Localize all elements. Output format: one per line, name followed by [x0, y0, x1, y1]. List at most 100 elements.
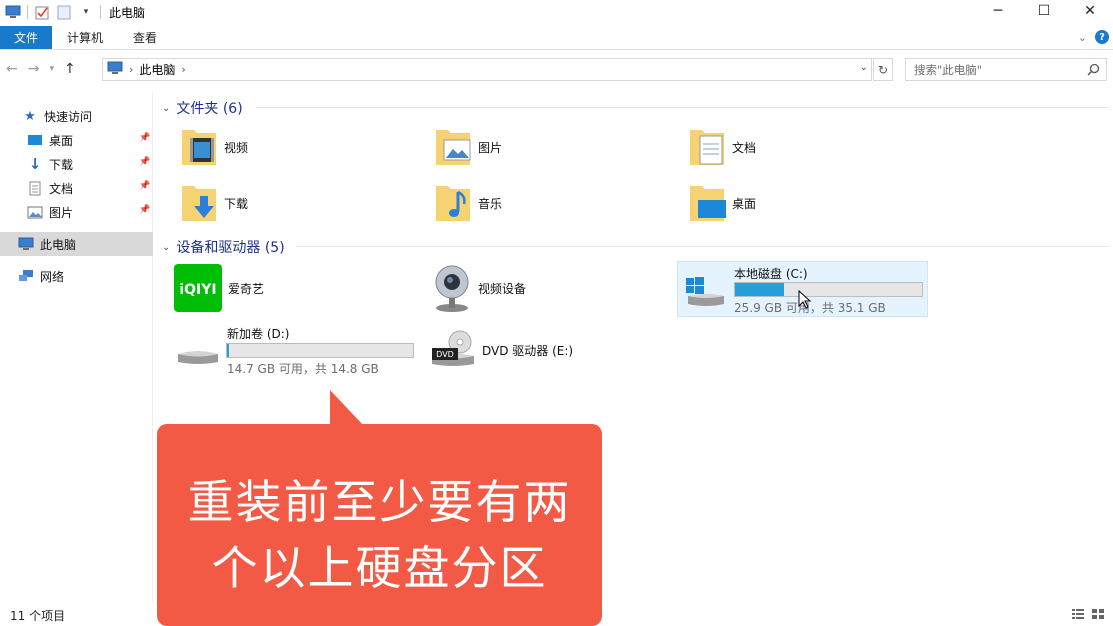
- search-icon[interactable]: [1087, 63, 1100, 79]
- sidebar-item-desktop[interactable]: 桌面 📌: [0, 128, 153, 152]
- sidebar-item-label: 下载: [49, 157, 74, 172]
- details-view-icon[interactable]: [1071, 608, 1085, 623]
- refresh-button[interactable]: ↻: [873, 58, 893, 81]
- drive-name: 新加卷 (D:): [227, 327, 290, 341]
- window-title: 此电脑: [109, 5, 146, 20]
- caption-line-1: 重装前至少要有两: [187, 475, 572, 529]
- collapse-chevron-icon[interactable]: ⌄: [162, 103, 170, 114]
- window-controls: ─ ☐ ✕: [975, 0, 1113, 22]
- pin-icon[interactable]: 📌: [139, 157, 150, 169]
- recent-locations-chevron-icon[interactable]: ▾: [49, 64, 54, 74]
- drive-dvd[interactable]: DVD DVD 驱动器 (E:): [430, 330, 573, 370]
- folder-downloads[interactable]: 下载: [180, 182, 248, 224]
- sidebar-item-label: 网络: [40, 269, 65, 284]
- folder-label: 视频: [224, 140, 249, 155]
- download-arrow-icon: ↓: [28, 155, 42, 173]
- help-icon[interactable]: ?: [1095, 30, 1109, 44]
- download-folder-icon: [182, 186, 216, 221]
- sidebar-item-pictures[interactable]: 图片 📌: [0, 200, 153, 224]
- address-dropdown-chevron-icon[interactable]: ⌄: [860, 62, 868, 73]
- device-camera[interactable]: 视频设备: [432, 264, 526, 312]
- new-folder-icon[interactable]: [56, 4, 72, 20]
- view-buttons: [1071, 608, 1105, 623]
- sidebar-item-label: 桌面: [49, 133, 74, 148]
- group-header-folders[interactable]: ⌄ 文件夹 (6): [162, 98, 243, 118]
- search-input[interactable]: 搜索"此电脑": [905, 58, 1107, 81]
- drive-usage-bar: [226, 343, 414, 358]
- toolbar-divider: [27, 5, 28, 19]
- document-folder-icon: [690, 130, 724, 165]
- folder-label: 下载: [224, 196, 249, 211]
- refresh-icon: ↻: [877, 62, 889, 77]
- group-divider: [256, 107, 1109, 108]
- folder-videos[interactable]: 视频: [180, 126, 248, 168]
- tab-file[interactable]: 文件: [0, 26, 52, 49]
- device-label: 视频设备: [478, 281, 527, 296]
- mouse-cursor-icon: [798, 290, 812, 309]
- computer-icon: [18, 236, 34, 252]
- caption-overlay: 重装前至少要有两 个以上硬盘分区: [157, 424, 602, 626]
- pin-icon[interactable]: 📌: [139, 205, 150, 217]
- group-title: 文件夹 (6): [176, 101, 243, 117]
- ribbon-right-controls: ⌄ ?: [1078, 30, 1109, 44]
- folder-music[interactable]: 音乐: [434, 182, 502, 224]
- drive-d[interactable]: 新加卷 (D:) 14.7 GB 可用，共 14.8 GB: [172, 322, 422, 378]
- minimize-button[interactable]: ─: [975, 0, 1021, 22]
- dvd-badge-text: DVD: [436, 350, 454, 359]
- drive-usage-fill: [227, 344, 229, 357]
- sidebar-item-label: 文档: [49, 181, 74, 196]
- folder-pictures[interactable]: 图片: [434, 126, 502, 168]
- drive-info: 14.7 GB 可用，共 14.8 GB: [227, 362, 379, 376]
- up-arrow-icon[interactable]: ↑: [64, 61, 76, 77]
- folder-label: 音乐: [478, 196, 503, 211]
- sidebar-item-label: 此电脑: [40, 237, 77, 252]
- folder-documents[interactable]: 文档: [688, 126, 756, 168]
- expand-ribbon-chevron-icon[interactable]: ⌄: [1078, 31, 1087, 44]
- group-header-devices[interactable]: ⌄ 设备和驱动器 (5): [162, 237, 285, 257]
- properties-icon[interactable]: [34, 4, 50, 20]
- breadcrumb-this-pc[interactable]: 此电脑: [139, 61, 175, 78]
- tab-view[interactable]: 查看: [118, 26, 172, 49]
- sidebar-item-quick-access[interactable]: ★ 快速访问: [0, 104, 153, 128]
- folder-desktop[interactable]: 桌面: [688, 182, 756, 224]
- back-arrow-icon[interactable]: ←: [6, 61, 18, 77]
- sidebar-item-label: 图片: [49, 205, 74, 220]
- webcam-icon: [435, 265, 469, 312]
- navigation-pane: ★ 快速访问 桌面 📌 ↓ 下载 📌 文档 📌 图片 📌 此电脑 网络: [0, 92, 153, 602]
- address-bar[interactable]: › 此电脑 › ⌄: [102, 58, 872, 81]
- picture-folder-icon: [436, 130, 471, 165]
- caption-line-2: 个以上硬盘分区: [211, 541, 548, 595]
- quick-access-toolbar: ▾: [0, 4, 101, 20]
- breadcrumb-separator-icon[interactable]: ›: [181, 63, 185, 76]
- breadcrumb-separator-icon[interactable]: ›: [129, 63, 133, 76]
- desktop-folder-icon: [690, 186, 726, 221]
- forward-arrow-icon[interactable]: →: [28, 61, 40, 77]
- sidebar-item-downloads[interactable]: ↓ 下载 📌: [0, 152, 153, 176]
- address-row: ← → ▾ ↑ › 此电脑 › ⌄ ↻ 搜索"此电脑": [0, 55, 1113, 85]
- sidebar-item-label: 快速访问: [44, 109, 93, 124]
- group-title: 设备和驱动器 (5): [176, 240, 285, 256]
- hard-drive-icon: [178, 351, 218, 364]
- close-button[interactable]: ✕: [1067, 0, 1113, 22]
- pin-icon[interactable]: 📌: [139, 181, 150, 193]
- toolbar-divider: [100, 5, 101, 19]
- iqiyi-logo-text: iQIYI: [179, 282, 216, 298]
- search-placeholder: 搜索"此电脑": [914, 62, 983, 77]
- computer-icon[interactable]: [5, 4, 21, 20]
- computer-icon: [107, 61, 123, 78]
- explorer-window: ▾ 此电脑 ─ ☐ ✕ 文件 计算机 查看 ⌄ ? ← → ▾ ↑ › 此电脑 …: [0, 0, 1113, 626]
- collapse-chevron-icon[interactable]: ⌄: [162, 242, 170, 253]
- device-label: DVD 驱动器 (E:): [482, 343, 574, 358]
- pin-icon[interactable]: 📌: [139, 133, 150, 145]
- navigation-buttons: ← → ▾ ↑: [6, 61, 76, 77]
- tab-computer[interactable]: 计算机: [52, 26, 118, 49]
- maximize-button[interactable]: ☐: [1021, 0, 1067, 22]
- sidebar-item-network[interactable]: 网络: [0, 264, 153, 288]
- customize-toolbar-chevron-icon[interactable]: ▾: [78, 4, 94, 20]
- sidebar-item-documents[interactable]: 文档 📌: [0, 176, 153, 200]
- sidebar-item-this-pc[interactable]: 此电脑: [0, 232, 153, 256]
- device-iqiyi[interactable]: iQIYI 爱奇艺: [174, 264, 264, 312]
- music-folder-icon: [436, 186, 470, 221]
- large-icons-view-icon[interactable]: [1091, 608, 1105, 623]
- folder-label: 文档: [732, 140, 757, 155]
